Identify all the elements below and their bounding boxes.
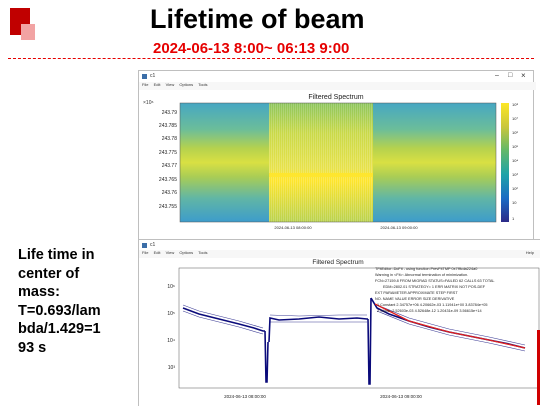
slide-subtitle: 2024-06-13 8:00~ 06:13 9:00 xyxy=(153,40,350,57)
lifetime-line: center of xyxy=(18,265,80,282)
lifetime-line: mass: xyxy=(18,284,60,300)
heatmap-middle-texture xyxy=(269,103,373,222)
y-axis: 10⁶ 10⁵ 10⁴ 10³ xyxy=(167,284,175,371)
colorbar-tick-label: 10⁴ xyxy=(512,158,518,163)
fit-info-line: Warning in <Fit>: Abnormal termination o… xyxy=(375,273,468,277)
x-tick-label: 2024-06-13 08:00:00 xyxy=(224,394,266,399)
minimize-button[interactable]: – xyxy=(495,72,499,79)
colorbar-tick-label: 10⁷ xyxy=(512,116,518,121)
x-tick-label: 2024-06-13 09:00:00 xyxy=(380,394,422,399)
lifetime-line: bda/1.429=1 xyxy=(18,321,101,337)
slide-decoration-light-square xyxy=(21,24,35,40)
fit-info-panel: TFitEditor::DoFit - using function PrevF… xyxy=(375,267,495,313)
app-icon xyxy=(142,74,147,79)
root-canvas-window-top: c1 – □ × File Edit View Options Tools Fi… xyxy=(138,70,536,240)
heatmap-canvas[interactable]: Filtered Spectrum ×10⁶ 243.79 243.785 24… xyxy=(139,90,533,239)
window-title: c1 xyxy=(150,73,156,79)
colorbar-tick-label: 10⁵ xyxy=(512,144,518,149)
decay-dip-1 xyxy=(264,330,269,383)
lifetime-line: Life time in xyxy=(18,247,95,263)
window-title: c1 xyxy=(150,242,156,248)
lifetime-line: 93 s xyxy=(18,339,47,356)
y-tick-label: 243.79 xyxy=(162,110,178,116)
colorbar-tick-label: 10² xyxy=(512,186,518,191)
colorbar-tick-label: 10⁸ xyxy=(512,102,518,107)
y-tick-label: 10⁵ xyxy=(167,311,175,317)
color-scale-ticks: 10⁸ 10⁷ 10⁶ 10⁵ 10⁴ 10³ 10² 10 1 xyxy=(512,102,518,221)
lifetime-line: T=0.693/lam xyxy=(18,302,101,319)
root-canvas-window-bottom: c1 File Edit View Options Tools Help Fil… xyxy=(138,239,540,406)
menu-view[interactable]: View xyxy=(166,250,175,255)
y-tick-label: 243.755 xyxy=(159,204,177,210)
colorbar-tick-label: 10 xyxy=(512,200,517,205)
y-tick-label: 10³ xyxy=(168,365,176,371)
decay-trace-segment-2 xyxy=(268,316,368,343)
y-tick-label: 243.78 xyxy=(162,136,178,142)
window-menubar: File Edit View Options Tools xyxy=(139,82,536,90)
app-icon xyxy=(142,243,147,248)
x-axis: 2024-06-13 08:00:00 2024-06-13 09:00:00 xyxy=(274,225,418,230)
fit-info-line: TFitEditor::DoFit - using function PrevF… xyxy=(375,267,477,271)
colorbar-tick-label: 10⁶ xyxy=(512,130,518,135)
colorbar-tick-label: 10³ xyxy=(512,172,518,177)
y-tick-label: 10⁴ xyxy=(167,338,175,344)
y-tick-label: 243.785 xyxy=(159,123,177,129)
y-tick-label: 10⁶ xyxy=(167,284,175,290)
colorbar-tick-label: 1 xyxy=(512,216,515,221)
menu-file[interactable]: File xyxy=(142,250,148,255)
x-axis: 2024-06-13 08:00:00 2024-06-13 09:00:00 xyxy=(224,394,422,399)
decay-plot-canvas[interactable]: Filtered Spectrum 10⁶ 10⁵ 10⁴ 10³ 2024-0… xyxy=(139,258,540,406)
menu-options[interactable]: Options xyxy=(179,82,193,87)
maximize-button[interactable]: □ xyxy=(508,72,512,79)
x-tick-label: 2024-06-13 09:00:00 xyxy=(380,225,418,230)
lifetime-note: Life time in center of mass: T=0.693/lam… xyxy=(18,246,133,357)
menu-tools[interactable]: Tools xyxy=(198,82,207,87)
x-tick-label: 2024-06-13 08:00:00 xyxy=(274,225,312,230)
decay-dip-2 xyxy=(367,297,372,385)
slide-title: Lifetime of beam xyxy=(150,4,365,34)
fit-info-line: NO. NAME VALUE ERROR SIZE DERIVATIVE xyxy=(375,297,455,301)
fit-info-line: FCN=27159.8 FROM MIGRAD STATUS=FAILED 62… xyxy=(375,279,495,283)
decay-trace-segment-1 xyxy=(182,307,265,332)
menu-view[interactable]: View xyxy=(166,82,175,87)
y-tick-label: 243.765 xyxy=(159,177,177,183)
menu-edit[interactable]: Edit xyxy=(154,250,161,255)
heatmap-region-right xyxy=(373,103,496,222)
y-tick-label: 243.775 xyxy=(159,150,177,156)
plot-title: Filtered Spectrum xyxy=(312,259,363,266)
plot-title: Filtered Spectrum xyxy=(308,94,363,101)
menu-options[interactable]: Options xyxy=(179,250,193,255)
fit-info-line: EXT PARAMETER APPROXIMATE STEP FIRST xyxy=(375,291,458,295)
fit-info-line: 2 Slope -2.52603e-03 4.52648e-12 1.20431… xyxy=(377,309,482,313)
y-axis: 243.79 243.785 243.78 243.775 243.77 243… xyxy=(159,110,177,210)
y-tick-label: 243.77 xyxy=(162,163,178,169)
heatmap-peak-line xyxy=(269,173,373,177)
fit-info-line: EDM=2802.01 STRATEGY= 1 ERR MATRIX NOT P… xyxy=(383,285,486,289)
menu-help[interactable]: Help xyxy=(526,250,534,255)
menu-edit[interactable]: Edit xyxy=(154,82,161,87)
close-button[interactable]: × xyxy=(521,71,526,80)
window-menubar: File Edit View Options Tools Help xyxy=(139,250,540,258)
y-tick-label: 243.76 xyxy=(162,190,178,196)
menu-tools[interactable]: Tools xyxy=(198,250,207,255)
color-scale-bar xyxy=(501,103,509,222)
heatmap-region-left xyxy=(180,103,269,222)
fit-info-line: 1 Constant 2.34757e+06 4.20662e-03 1.119… xyxy=(377,303,487,307)
menu-file[interactable]: File xyxy=(142,82,148,87)
y-axis-exponent: ×10⁶ xyxy=(143,100,154,106)
title-divider xyxy=(8,58,534,59)
